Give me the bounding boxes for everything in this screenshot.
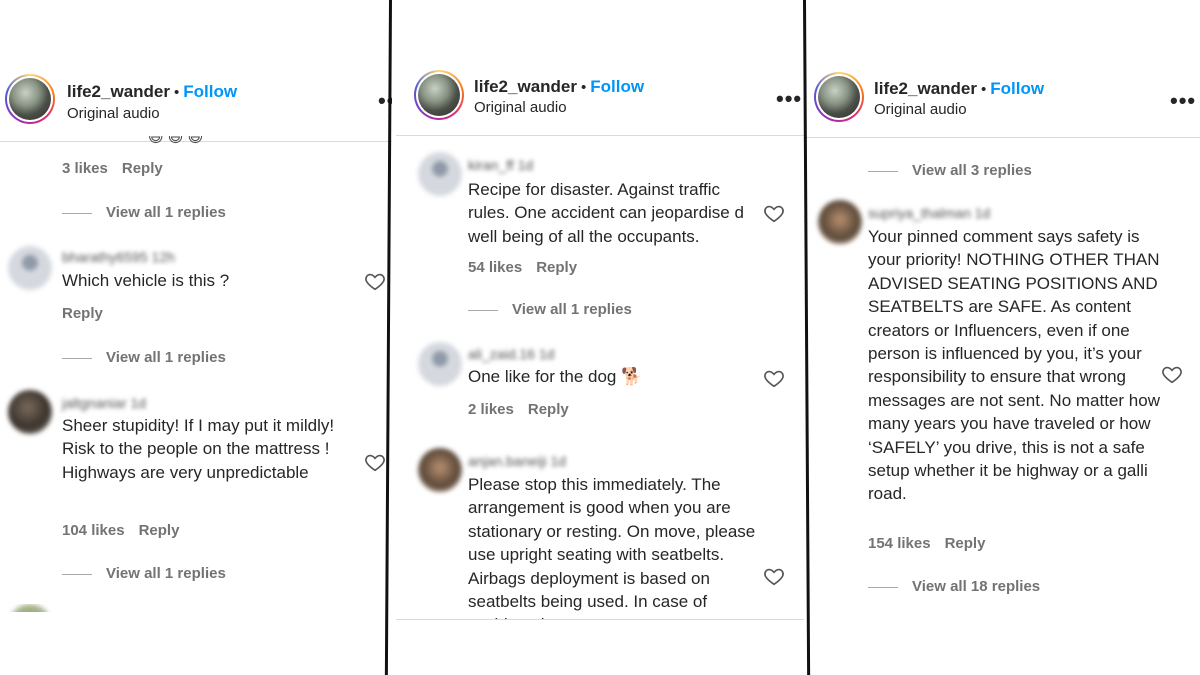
likes-count[interactable]: 2 likes [468, 401, 514, 418]
comments-panel-1: life2_wander•Follow Original audio ••• 😄… [0, 0, 392, 675]
comment-text: Please stop this immediately. The arrang… [468, 475, 756, 619]
reply-button[interactable]: Reply [536, 259, 577, 276]
view-replies-button[interactable]: View all 1 replies [62, 565, 226, 582]
reply-button[interactable]: Reply [122, 160, 163, 177]
commenter-name[interactable]: supriya_thalman 1d [868, 205, 990, 221]
heart-icon[interactable] [364, 270, 386, 292]
username[interactable]: life2_wander [874, 79, 977, 98]
header-divider [806, 137, 1200, 138]
commenter-avatar[interactable] [818, 200, 862, 244]
comment-text: Sheer stupidity! If I may put it mildly!… [62, 416, 335, 482]
comments-panel-3: life2_wander • Follow Original audio ••• V… [806, 0, 1200, 675]
comment-meta: 54 likes Reply [468, 259, 577, 276]
post-header: life2_wander•Follow Original audio ••• [396, 68, 804, 128]
commenter-avatar[interactable] [418, 448, 462, 492]
comment-meta: 3 likes Reply [62, 160, 163, 177]
likes-count[interactable]: 3 likes [62, 160, 108, 177]
commenter-avatar[interactable] [8, 604, 52, 612]
username[interactable]: life2_wander [474, 77, 577, 96]
comment-meta: Reply [62, 305, 103, 322]
profile-avatar[interactable] [5, 74, 55, 124]
view-replies-button[interactable]: View all 18 replies [868, 578, 1040, 595]
original-audio-link[interactable]: Original audio [474, 99, 567, 116]
reply-button[interactable]: Reply [62, 305, 103, 322]
comment-text: One like for the dog 🐕 [468, 367, 643, 386]
header-title: life2_wander • Follow [874, 79, 1045, 98]
view-replies-button[interactable]: View all 3 replies [868, 162, 1032, 179]
commenter-name[interactable]: jaltgnaniar 1d [62, 395, 146, 411]
commenter-name[interactable]: bharathy6595 12h [62, 249, 175, 265]
header-title: life2_wander • Follow [474, 77, 645, 96]
reply-button[interactable]: Reply [528, 401, 569, 418]
view-replies-button[interactable]: View all 1 replies [62, 204, 226, 221]
likes-count[interactable]: 54 likes [468, 259, 522, 276]
comment-text: Which vehicle is this ? [62, 271, 230, 290]
more-options-icon[interactable]: ••• [1170, 90, 1196, 112]
more-options-icon[interactable]: ••• [776, 88, 802, 110]
heart-icon[interactable] [1161, 363, 1183, 385]
view-replies-button[interactable]: View all 1 replies [62, 349, 226, 366]
likes-count[interactable]: 104 likes [62, 522, 125, 539]
panel-bottom-divider [396, 619, 804, 620]
heart-icon[interactable] [763, 367, 785, 389]
commenter-avatar[interactable] [418, 152, 462, 196]
original-audio-link[interactable]: Original audio [874, 101, 967, 118]
header-title: life2_wander • Follow [67, 82, 238, 101]
commenter-name[interactable]: anjan.baneiji 1d [468, 453, 566, 469]
reply-button[interactable]: Reply [139, 522, 180, 539]
commenter-avatar[interactable] [8, 246, 52, 290]
heart-icon[interactable] [763, 202, 785, 224]
original-audio-link[interactable]: Original audio [67, 105, 160, 122]
comment-text: Recipe for disaster. Against traffic rul… [468, 180, 744, 246]
commenter-avatar[interactable] [418, 342, 462, 386]
commenter-avatar[interactable] [8, 390, 52, 434]
header-divider [396, 135, 804, 136]
comment-meta: 2 likes Reply [468, 401, 569, 418]
follow-button[interactable]: Follow [590, 77, 644, 96]
post-header: life2_wander•Follow Original audio ••• [0, 72, 392, 132]
commenter-name[interactable]: kiran_ff 1d [468, 157, 533, 173]
likes-count[interactable]: 154 likes [868, 535, 931, 552]
comment-meta: 154 likes Reply [868, 535, 985, 552]
comment-text: Your pinned comment says safety is your … [868, 227, 1160, 504]
comments-panel-2: life2_wander • Follow Original audio ••• k… [396, 0, 804, 675]
username[interactable]: life2_wander [67, 82, 170, 101]
view-replies-button[interactable]: View all 1 replies [468, 301, 632, 318]
follow-button[interactable]: Follow [183, 82, 237, 101]
profile-avatar[interactable] [414, 70, 464, 120]
follow-button[interactable]: Follow [990, 79, 1044, 98]
profile-avatar[interactable] [814, 72, 864, 122]
reply-button[interactable]: Reply [945, 535, 986, 552]
post-header: life2_wander•Follow Original audio ••• [806, 70, 1200, 130]
heart-icon[interactable] [364, 451, 386, 473]
heart-icon[interactable] [763, 565, 785, 587]
commenter-name[interactable]: ali_zaid.16 1d [468, 346, 554, 362]
comment-meta: 104 likes Reply [62, 522, 179, 539]
